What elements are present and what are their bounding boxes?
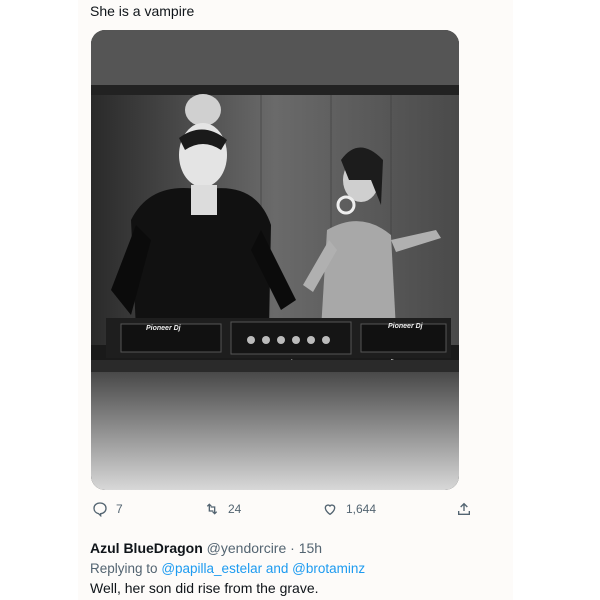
tweet-actions: 7 24 1,644	[0, 501, 600, 521]
retweet-icon	[206, 503, 218, 515]
tweet-photo[interactable]: Pioneer Dj Pioneer Dj	[91, 30, 459, 490]
deck-brand-left: Pioneer Dj	[146, 325, 182, 332]
retweet-action[interactable]: 24	[204, 501, 241, 517]
share-icon	[458, 502, 470, 515]
replying-prefix: Replying to	[90, 561, 158, 576]
like-count: 1,644	[346, 502, 377, 516]
reply-icon	[93, 502, 107, 517]
reply-action[interactable]: 7	[92, 501, 123, 517]
reply-author-name[interactable]: Azul BlueDragon	[90, 540, 203, 556]
and-word: and	[265, 561, 289, 576]
mention-link-1[interactable]: @papilla_estelar	[161, 561, 262, 576]
tweet-text: She is a vampire	[90, 3, 195, 19]
like-action[interactable]: 1,644	[322, 501, 376, 517]
share-action[interactable]	[456, 501, 472, 517]
reply-timestamp[interactable]: 15h	[299, 540, 322, 556]
retweet-count: 24	[228, 502, 242, 516]
separator-dot: ·	[290, 540, 295, 556]
reply-author-handle[interactable]: @yendorcire	[207, 540, 287, 556]
mention-link-2[interactable]: @brotaminz	[292, 561, 365, 576]
deck-brand-right: Pioneer Dj	[388, 323, 424, 330]
replying-to: Replying to @papilla_estelar and @brotam…	[90, 561, 365, 576]
heart-icon	[324, 504, 336, 516]
reply-header: Azul BlueDragon @yendorcire · 15h	[90, 540, 322, 556]
reply-count: 7	[116, 502, 123, 516]
reply-text: Well, her son did rise from the grave.	[90, 580, 319, 596]
